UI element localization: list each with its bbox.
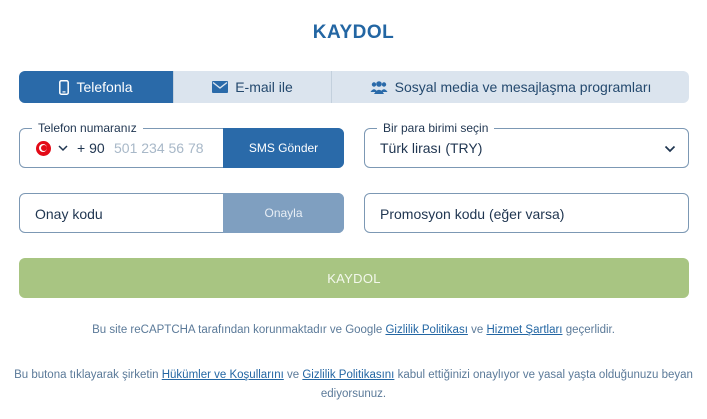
tab-email-label: E-mail ile bbox=[235, 79, 293, 95]
consent-text: ve bbox=[283, 369, 303, 381]
chevron-down-icon bbox=[664, 143, 676, 155]
sms-send-button[interactable]: SMS Gönder bbox=[223, 128, 344, 168]
confirm-code-input[interactable] bbox=[35, 203, 225, 225]
recaptcha-text: geçerlidir. bbox=[562, 324, 615, 336]
registration-tabs: Telefonla E-mail ile Sosyal media ve mes… bbox=[19, 71, 689, 103]
approve-button[interactable]: Onayla bbox=[223, 193, 344, 233]
privacy-policy-link[interactable]: Gizlilik Politikası bbox=[385, 324, 467, 336]
currency-label: Bir para birimi seçin bbox=[377, 121, 495, 135]
tab-social-label: Sosyal media ve mesajlaşma programları bbox=[394, 79, 652, 95]
promo-code-input[interactable] bbox=[380, 203, 680, 225]
tab-social[interactable]: Sosyal media ve mesajlaşma programları bbox=[331, 71, 689, 103]
page-title: KAYDOL bbox=[312, 22, 395, 43]
users-icon bbox=[370, 80, 388, 94]
tab-phone[interactable]: Telefonla bbox=[19, 71, 173, 103]
register-button[interactable]: KAYDOL bbox=[19, 258, 689, 298]
chevron-down-icon[interactable] bbox=[57, 142, 69, 154]
currency-selected: Türk lirası (TRY) bbox=[380, 140, 483, 156]
privacy-policy-link[interactable]: Gizlilik Politikasını bbox=[302, 369, 394, 381]
consent-text: Bu butona tıklayarak şirketin bbox=[14, 369, 162, 381]
terms-of-service-link[interactable]: Hizmet Şartları bbox=[486, 324, 562, 336]
phone-icon bbox=[59, 79, 70, 95]
confirm-code-field: Onayla bbox=[19, 193, 344, 233]
phone-field: Telefon numaranız + 90 SMS Gönder bbox=[19, 121, 344, 168]
tab-phone-label: Telefonla bbox=[76, 79, 133, 95]
country-code: + 90 bbox=[77, 140, 105, 156]
promo-code-field bbox=[364, 193, 689, 233]
turkey-flag-icon[interactable] bbox=[36, 141, 51, 156]
phone-label: Telefon numaranız bbox=[32, 121, 143, 135]
recaptcha-note: Bu site reCAPTCHA tarafından korunmaktad… bbox=[10, 321, 697, 340]
tab-email[interactable]: E-mail ile bbox=[173, 71, 331, 103]
terms-conditions-link[interactable]: Hükümler ve Koşullarını bbox=[162, 369, 284, 381]
envelope-icon bbox=[212, 81, 229, 93]
recaptcha-text: ve bbox=[467, 324, 487, 336]
currency-select[interactable]: Bir para birimi seçin Türk lirası (TRY) bbox=[364, 121, 689, 168]
recaptcha-text: Bu site reCAPTCHA tarafından korunmaktad… bbox=[92, 324, 386, 336]
consent-note: Bu butona tıklayarak şirketin Hükümler v… bbox=[10, 366, 697, 404]
phone-input[interactable] bbox=[114, 137, 222, 159]
